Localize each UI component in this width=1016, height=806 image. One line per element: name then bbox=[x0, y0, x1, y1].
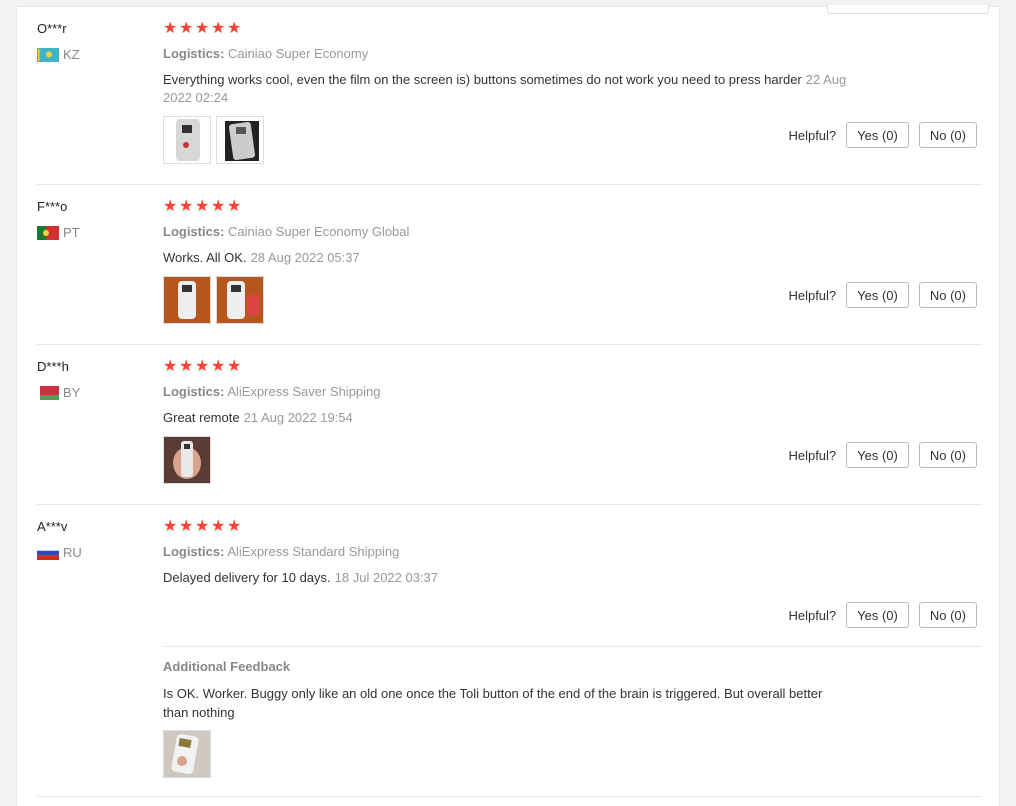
helpful-label: Helpful? bbox=[788, 607, 837, 623]
review-body: Everything works cool, even the film on … bbox=[163, 72, 802, 87]
helpful-controls: Helpful? Yes (0) No (0) bbox=[788, 122, 977, 148]
star-rating: ★ ★ ★ ★ ★ bbox=[163, 358, 242, 375]
reviewer-country: PT bbox=[37, 225, 80, 240]
logistics-label: Logistics: bbox=[163, 224, 225, 239]
pt-flag-icon bbox=[37, 225, 59, 240]
additional-feedback-title: Additional Feedback bbox=[163, 659, 291, 674]
helpful-no-button[interactable]: No (0) bbox=[918, 122, 977, 148]
review-photo[interactable] bbox=[216, 276, 264, 324]
by-flag-icon bbox=[37, 385, 59, 400]
helpful-controls: Helpful? Yes (0) No (0) bbox=[788, 602, 977, 628]
review-item: O***r KZ ★ ★ ★ ★ ★ Logistics: Cainiao Super … bbox=[37, 7, 982, 185]
helpful-no-button[interactable]: No (0) bbox=[918, 602, 977, 628]
review-text: Delayed delivery for 10 days. 18 Jul 2022… bbox=[163, 569, 438, 587]
logistics-method: Cainiao Super Economy bbox=[228, 46, 369, 61]
review-item: A***v RU ★ ★ ★ ★ ★ Logistics: AliExpress Sta… bbox=[37, 505, 982, 797]
review-photo[interactable] bbox=[216, 116, 264, 164]
country-code: KZ bbox=[63, 47, 80, 62]
additional-feedback-text: Is OK. Worker. Buggy only like an old on… bbox=[163, 686, 823, 720]
logistics-method: AliExpress Saver Shipping bbox=[227, 384, 381, 399]
star-icon: ★ bbox=[195, 198, 210, 215]
star-icon: ★ bbox=[195, 20, 210, 37]
reviews-panel: O***r KZ ★ ★ ★ ★ ★ Logistics: Cainiao Super … bbox=[16, 5, 1000, 806]
star-icon: ★ bbox=[179, 20, 194, 37]
helpful-yes-button[interactable]: Yes (0) bbox=[846, 602, 909, 628]
star-icon: ★ bbox=[227, 198, 242, 215]
star-icon: ★ bbox=[227, 518, 242, 535]
logistics-label: Logistics: bbox=[163, 544, 225, 559]
review-text: Everything works cool, even the film on … bbox=[163, 71, 863, 107]
logistics-info: Logistics: AliExpress Saver Shipping bbox=[163, 384, 381, 399]
review-photos bbox=[163, 116, 264, 164]
kz-flag-icon bbox=[37, 47, 59, 62]
star-icon: ★ bbox=[211, 358, 226, 375]
reviewer-name: D***h bbox=[37, 359, 69, 374]
reviewer-name: O***r bbox=[37, 21, 67, 36]
country-code: RU bbox=[63, 545, 82, 560]
reviewer-country: RU bbox=[37, 545, 82, 560]
logistics-info: Logistics: Cainiao Super Economy Global bbox=[163, 224, 409, 239]
logistics-method: AliExpress Standard Shipping bbox=[227, 544, 400, 559]
logistics-method: Cainiao Super Economy Global bbox=[228, 224, 410, 239]
additional-feedback-divider bbox=[163, 646, 982, 647]
review-photo[interactable] bbox=[163, 276, 211, 324]
star-icon: ★ bbox=[163, 198, 178, 215]
star-icon: ★ bbox=[195, 518, 210, 535]
star-icon: ★ bbox=[211, 518, 226, 535]
review-photos bbox=[163, 436, 211, 484]
review-body: Delayed delivery for 10 days. bbox=[163, 570, 331, 585]
logistics-info: Logistics: AliExpress Standard Shipping bbox=[163, 544, 399, 559]
helpful-yes-button[interactable]: Yes (0) bbox=[846, 282, 909, 308]
star-icon: ★ bbox=[227, 20, 242, 37]
additional-photos bbox=[163, 730, 211, 778]
reviewer-name: F***o bbox=[37, 199, 68, 214]
ru-flag-icon bbox=[37, 545, 59, 560]
helpful-label: Helpful? bbox=[788, 127, 837, 143]
review-item: F***o PT ★ ★ ★ ★ ★ Logistics: Cainiao Super … bbox=[37, 185, 982, 345]
helpful-no-button[interactable]: No (0) bbox=[918, 442, 977, 468]
star-rating: ★ ★ ★ ★ ★ bbox=[163, 20, 242, 37]
star-icon: ★ bbox=[179, 358, 194, 375]
helpful-yes-button[interactable]: Yes (0) bbox=[846, 122, 909, 148]
star-icon: ★ bbox=[163, 20, 178, 37]
helpful-yes-button[interactable]: Yes (0) bbox=[846, 442, 909, 468]
country-code: PT bbox=[63, 225, 80, 240]
review-body: Works. All OK. bbox=[163, 250, 247, 265]
review-text: Works. All OK. 28 Aug 2022 05:37 bbox=[163, 249, 360, 267]
star-icon: ★ bbox=[163, 358, 178, 375]
review-photos bbox=[163, 276, 264, 324]
star-rating: ★ ★ ★ ★ ★ bbox=[163, 518, 242, 535]
logistics-label: Logistics: bbox=[163, 46, 225, 61]
helpful-controls: Helpful? Yes (0) No (0) bbox=[788, 442, 977, 468]
review-date: 21 Aug 2022 19:54 bbox=[243, 410, 353, 425]
star-icon: ★ bbox=[211, 198, 226, 215]
helpful-label: Helpful? bbox=[788, 447, 837, 463]
review-item: D***h BY ★ ★ ★ ★ ★ Logistics: AliExpress Sav… bbox=[37, 345, 982, 505]
review-photo[interactable] bbox=[163, 436, 211, 484]
star-icon: ★ bbox=[211, 20, 226, 37]
review-photo[interactable] bbox=[163, 116, 211, 164]
star-rating: ★ ★ ★ ★ ★ bbox=[163, 198, 242, 215]
review-text: Great remote 21 Aug 2022 19:54 bbox=[163, 409, 353, 427]
review-date: 18 Jul 2022 03:37 bbox=[334, 570, 439, 585]
star-icon: ★ bbox=[179, 198, 194, 215]
helpful-controls: Helpful? Yes (0) No (0) bbox=[788, 282, 977, 308]
star-icon: ★ bbox=[195, 358, 210, 375]
reviewer-country: BY bbox=[37, 385, 80, 400]
review-date: 28 Aug 2022 05:37 bbox=[250, 250, 360, 265]
helpful-no-button[interactable]: No (0) bbox=[918, 282, 977, 308]
reviewer-country: KZ bbox=[37, 47, 80, 62]
star-icon: ★ bbox=[163, 518, 178, 535]
star-icon: ★ bbox=[227, 358, 242, 375]
review-photo[interactable] bbox=[163, 730, 211, 778]
helpful-label: Helpful? bbox=[788, 287, 837, 303]
logistics-label: Logistics: bbox=[163, 384, 225, 399]
review-body: Great remote bbox=[163, 410, 240, 425]
logistics-info: Logistics: Cainiao Super Economy bbox=[163, 46, 368, 61]
star-icon: ★ bbox=[179, 518, 194, 535]
country-code: BY bbox=[63, 385, 81, 400]
reviewer-name: A***v bbox=[37, 519, 68, 534]
